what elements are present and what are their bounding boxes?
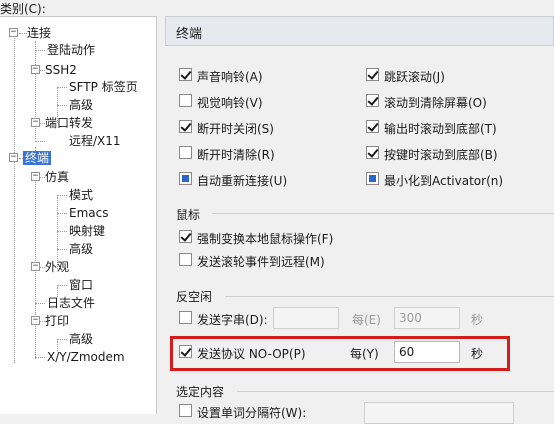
collapse-icon[interactable]: −: [31, 172, 40, 181]
send-wheel-events-label: 发送滚轮事件到远程(M): [197, 255, 325, 269]
tree-item-appearance[interactable]: 外观: [45, 259, 69, 275]
tree-item-window[interactable]: 窗口: [69, 277, 93, 293]
mouse-section-title: 鼠标: [176, 208, 201, 222]
auto-reconnect-checkbox[interactable]: [179, 172, 192, 185]
send-string-every-label: 每(E): [352, 313, 381, 327]
close-on-disconnect-label: 断开时关闭(S): [197, 122, 274, 136]
auto-reconnect-label: 自动重新连接(U): [197, 174, 288, 188]
tree-connector: [35, 303, 45, 304]
tree-item-mapped-keys[interactable]: 映射键: [69, 223, 105, 239]
tree-connector: [14, 33, 15, 363]
collapse-icon[interactable]: −: [31, 65, 40, 74]
tree-item-log-file[interactable]: 日志文件: [47, 295, 95, 311]
tree-connector: [57, 339, 67, 340]
tree-item-emulation-advanced[interactable]: 高级: [69, 241, 93, 257]
tree-item-terminal[interactable]: 终端: [23, 150, 52, 166]
jump-scroll-label: 跳跃滚动(J): [384, 70, 445, 84]
send-wheel-events-checkbox[interactable]: [179, 253, 192, 266]
scroll-on-clear-label: 滚动到清除屏幕(O): [384, 96, 487, 110]
tree-connector: [57, 231, 67, 232]
tree-item-printing[interactable]: 打印: [45, 313, 69, 329]
tree-connector: [35, 141, 45, 142]
bell-label: 声音响铃(A): [197, 70, 263, 84]
collapse-icon[interactable]: −: [9, 28, 18, 37]
section-divider: [212, 213, 554, 214]
tree-item-remote-x11[interactable]: 远程/X11: [69, 133, 121, 149]
tree-item-emulation[interactable]: 仿真: [45, 169, 69, 185]
selection-section-title: 选定内容: [176, 385, 225, 399]
force-local-mouse-checkbox[interactable]: [179, 230, 192, 243]
tree-connector: [19, 33, 27, 34]
category-label: 类别(C):: [0, 2, 46, 16]
collapse-icon[interactable]: −: [31, 316, 40, 325]
tree-item-ssh2-advanced[interactable]: 高级: [69, 97, 93, 113]
tree-connector: [35, 357, 45, 358]
send-string-checkbox[interactable]: [179, 311, 192, 324]
tree-connector: [57, 105, 67, 106]
scroll-on-output-checkbox[interactable]: [366, 120, 379, 133]
visual-bell-label: 视觉响铃(V): [197, 96, 263, 110]
tree-item-xyzmodem[interactable]: X/Y/Zmodem: [47, 349, 125, 365]
force-local-mouse-label: 强制变换本地鼠标操作(F): [197, 232, 334, 246]
section-divider: [225, 296, 554, 297]
collapse-icon[interactable]: −: [31, 118, 40, 127]
minimize-activator-label: 最小化到Activator(n): [384, 174, 504, 188]
collapse-icon[interactable]: −: [31, 262, 40, 271]
send-string-input[interactable]: [273, 307, 339, 329]
tree-item-port-forwarding[interactable]: 端口转发: [45, 115, 93, 131]
panel-header: 终端: [165, 16, 554, 46]
close-on-disconnect-checkbox[interactable]: [179, 120, 192, 133]
minimize-activator-checkbox[interactable]: [366, 172, 379, 185]
scroll-on-keypress-checkbox[interactable]: [366, 146, 379, 159]
word-delimiter-input[interactable]: [364, 402, 514, 424]
send-string-label: 发送字串(D):: [197, 313, 268, 327]
visual-bell-checkbox[interactable]: [179, 94, 192, 107]
tree-connector: [57, 195, 67, 196]
tree-item-emacs[interactable]: Emacs: [69, 205, 108, 221]
send-string-unit: 秒: [471, 313, 484, 327]
tree-connector: [57, 249, 67, 250]
scroll-on-output-label: 输出时滚动到底部(T): [384, 122, 497, 136]
word-delimiter-checkbox[interactable]: [179, 404, 192, 417]
send-string-seconds-input[interactable]: 300: [394, 307, 460, 329]
collapse-icon[interactable]: −: [9, 153, 18, 162]
tree-item-printing-advanced[interactable]: 高级: [69, 331, 93, 347]
tree-connector: [35, 50, 45, 51]
scroll-on-clear-checkbox[interactable]: [366, 94, 379, 107]
clear-on-disconnect-checkbox[interactable]: [179, 146, 192, 159]
tree-item-sftp-tab[interactable]: SFTP 标签页: [69, 79, 138, 95]
section-divider: [237, 391, 554, 392]
word-delimiter-label: 设置单词分隔符(W):: [197, 406, 307, 420]
tree-connector: [57, 213, 67, 214]
jump-scroll-checkbox[interactable]: [366, 68, 379, 81]
panel-title: 终端: [176, 27, 203, 42]
tree-item-ssh2[interactable]: SSH2: [45, 62, 77, 78]
highlight-box: [170, 336, 510, 371]
tree-item-connection[interactable]: 连接: [27, 25, 51, 41]
tree-connector: [57, 285, 67, 286]
tree-item-logon-actions[interactable]: 登陆动作: [47, 42, 95, 58]
bell-checkbox[interactable]: [179, 68, 192, 81]
tree-connector: [57, 87, 67, 88]
scroll-on-keypress-label: 按键时滚动到底部(B): [384, 148, 498, 162]
category-tree[interactable]: − − − − − − − 连接 登陆动作 SSH2 SFTP 标签页 高级 端…: [0, 16, 157, 414]
clear-on-disconnect-label: 断开时清除(R): [197, 148, 275, 162]
anti-idle-section-title: 反空闲: [176, 290, 213, 304]
tree-item-modes[interactable]: 模式: [69, 187, 93, 203]
